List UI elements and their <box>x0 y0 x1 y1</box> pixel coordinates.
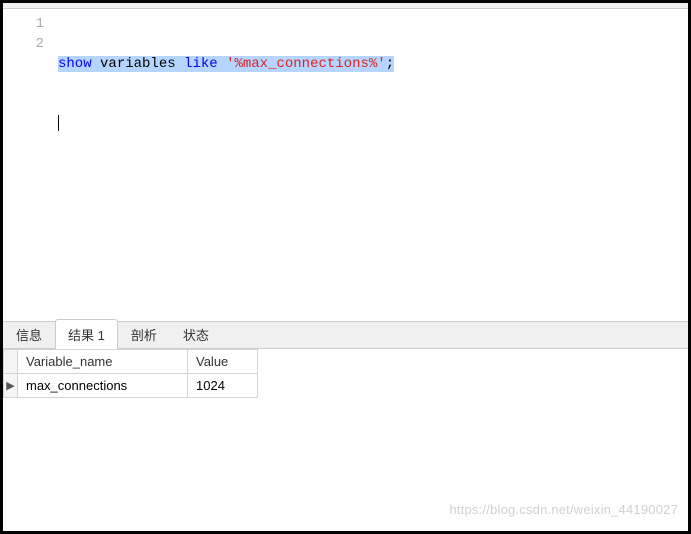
tab-messages[interactable]: 信息 <box>3 319 55 348</box>
sql-string: '%max_connections%' <box>226 56 386 72</box>
sql-identifier: variables <box>100 56 176 72</box>
cell-value[interactable]: 1024 <box>188 374 258 398</box>
line-number-gutter: 1 2 <box>3 9 58 321</box>
sql-editor[interactable]: 1 2 show variables like '%max_connection… <box>3 9 688 321</box>
cell-variable-name[interactable]: max_connections <box>18 374 188 398</box>
sql-keyword: show <box>58 56 92 72</box>
tab-result-1[interactable]: 结果 1 <box>55 319 118 349</box>
result-grid-pane: Variable_name Value ▶ max_connections 10… <box>3 349 688 504</box>
watermark: https://blog.csdn.net/weixin_44190027 <box>449 502 678 517</box>
result-grid[interactable]: Variable_name Value ▶ max_connections 10… <box>3 349 258 398</box>
table-row[interactable]: ▶ max_connections 1024 <box>4 374 258 398</box>
sql-keyword: like <box>184 56 218 72</box>
column-header-variable-name[interactable]: Variable_name <box>18 350 188 374</box>
text-cursor <box>58 115 59 131</box>
line-number: 2 <box>3 34 58 54</box>
result-tabs: 信息 结果 1 剖析 状态 <box>3 321 688 349</box>
code-line[interactable]: show variables like '%max_connections%'; <box>58 54 688 74</box>
column-header-value[interactable]: Value <box>188 350 258 374</box>
row-indicator: ▶ <box>4 374 18 398</box>
table-header-row: Variable_name Value <box>4 350 258 374</box>
sql-terminator: ; <box>386 56 394 72</box>
tab-profile[interactable]: 剖析 <box>118 319 170 348</box>
line-number: 1 <box>3 14 58 34</box>
tab-status[interactable]: 状态 <box>170 319 222 348</box>
code-line[interactable] <box>58 114 688 134</box>
row-indicator-header <box>4 350 18 374</box>
code-area[interactable]: show variables like '%max_connections%'; <box>58 9 688 321</box>
app-window: 1 2 show variables like '%max_connection… <box>0 0 691 534</box>
